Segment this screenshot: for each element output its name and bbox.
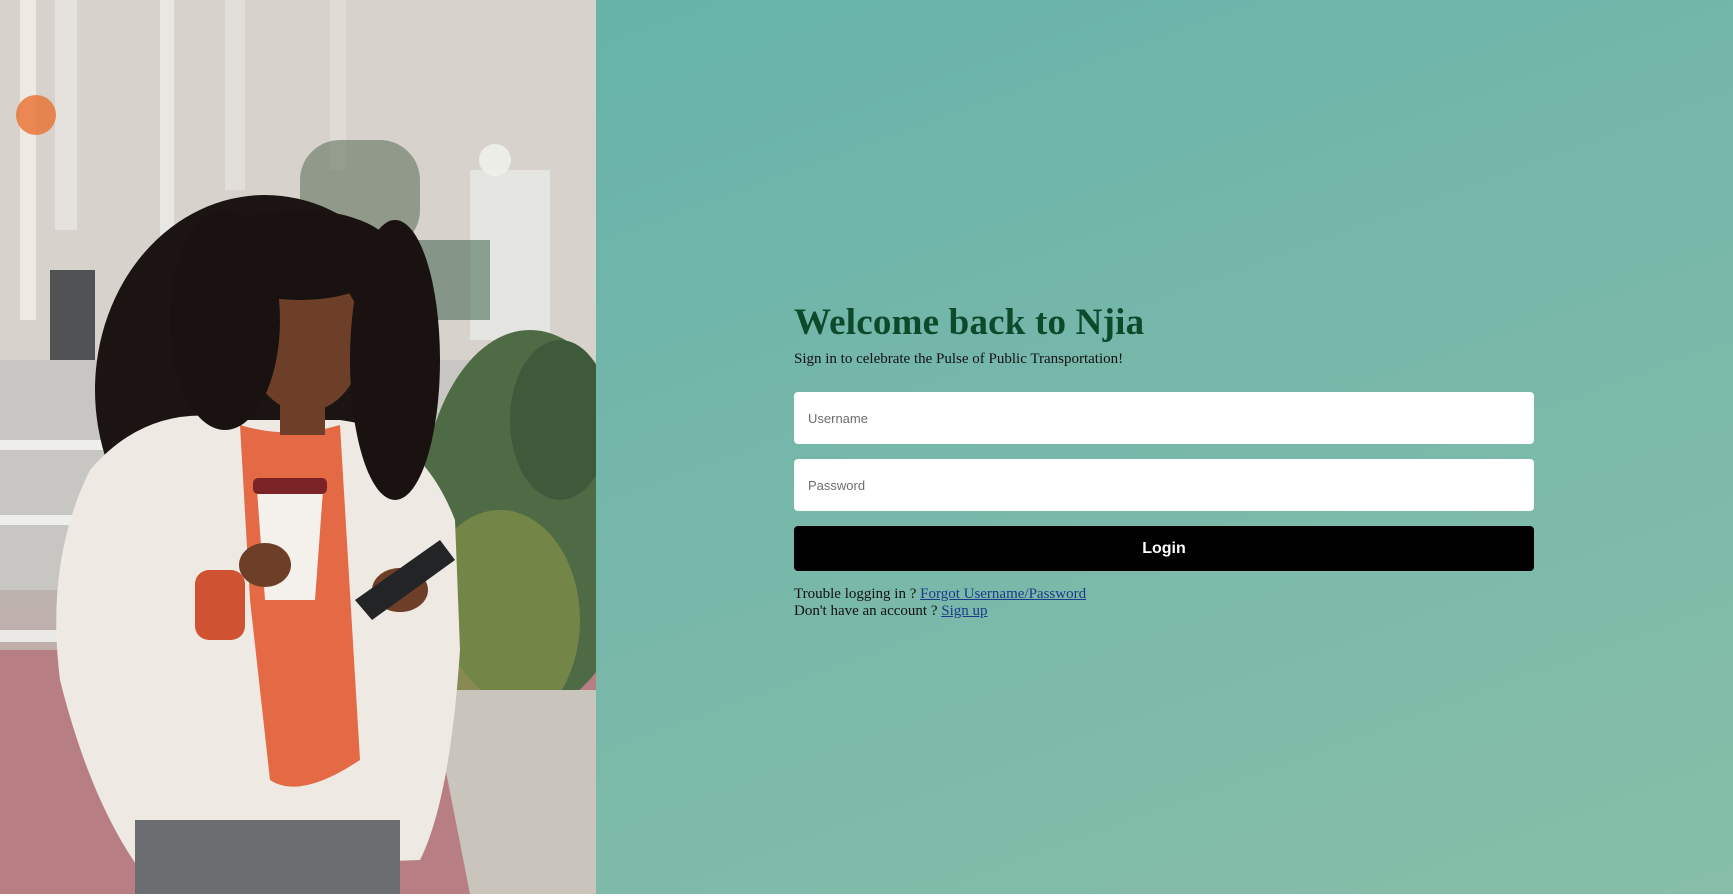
hero-photo (0, 0, 596, 894)
trouble-text: Trouble logging in ? (794, 586, 921, 602)
hero-illustration (0, 0, 596, 894)
password-input[interactable] (794, 459, 1534, 511)
trouble-line: Trouble logging in ? Forgot Username/Pas… (794, 586, 1534, 603)
login-form: Welcome back to Njia Sign in to celebrat… (794, 300, 1534, 620)
help-links: Trouble logging in ? Forgot Username/Pas… (794, 586, 1534, 620)
no-account-text: Don't have an account ? (794, 603, 942, 619)
signup-line: Don't have an account ? Sign up (794, 603, 1534, 620)
login-page: Welcome back to Njia Sign in to celebrat… (0, 0, 1733, 896)
forgot-credentials-link[interactable]: Forgot Username/Password (920, 586, 1086, 602)
login-panel: Welcome back to Njia Sign in to celebrat… (596, 0, 1733, 894)
page-subtitle: Sign in to celebrate the Pulse of Public… (794, 351, 1124, 367)
username-input[interactable] (794, 392, 1534, 444)
login-button[interactable]: Login (794, 526, 1534, 571)
signup-link[interactable]: Sign up (941, 603, 987, 619)
page-title: Welcome back to Njia (794, 302, 1145, 343)
